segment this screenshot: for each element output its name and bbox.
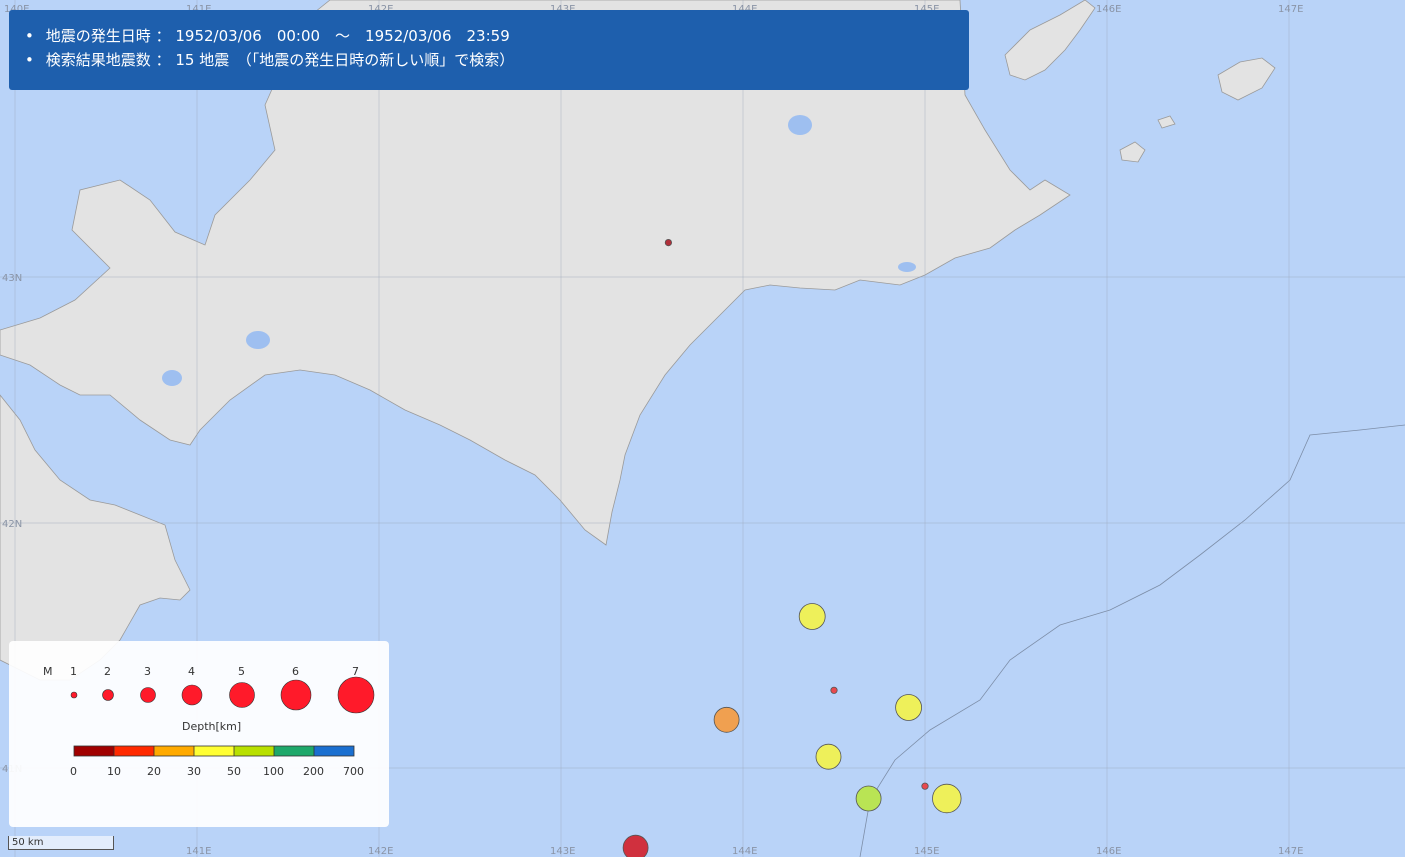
depth-tick-700: 700 — [343, 765, 364, 778]
scale-bar: 50 km — [8, 836, 114, 850]
datetime-label: 地震の発生日時 — [45, 27, 151, 45]
magnitude-label-4: 4 — [188, 665, 195, 678]
earthquake-marker[interactable] — [622, 834, 649, 857]
earthquake-marker[interactable] — [895, 694, 922, 721]
lake-shikotsu — [246, 331, 270, 349]
depth-color-bar — [73, 745, 355, 757]
lake-kussharo — [788, 115, 812, 135]
magnitude-symbol-1 — [70, 691, 78, 699]
lon-label: 145E — [914, 846, 939, 857]
earthquake-marker[interactable] — [855, 785, 882, 812]
magnitude-label-3: 3 — [144, 665, 151, 678]
magnitude-symbol-3 — [140, 687, 156, 703]
earthquake-marker[interactable] — [830, 686, 838, 694]
depth-tick-100: 100 — [263, 765, 284, 778]
bullet-icon: • — [25, 27, 34, 45]
lake-furen — [898, 262, 916, 272]
magnitude-symbol-2 — [102, 689, 114, 701]
lon-label: 143E — [550, 846, 575, 857]
legend-graphic: M 1 2 3 4 5 6 7 Depth[km] 0 10 20 30 50 … — [43, 665, 375, 778]
datetime-separator: ： — [155, 27, 171, 45]
magnitude-label-7: 7 — [352, 665, 359, 678]
earthquake-marker[interactable] — [713, 706, 740, 733]
magnitude-title: M — [43, 665, 53, 678]
magnitude-label-1: 1 — [70, 665, 77, 678]
lon-label: 147E — [1278, 4, 1303, 15]
depth-tick-50: 50 — [227, 765, 241, 778]
magnitude-label-5: 5 — [238, 665, 245, 678]
earthquake-marker[interactable] — [815, 743, 842, 770]
count-separator: ： — [155, 51, 171, 69]
count-value: 15 地震 （「地震の発生日時の新しい順」で検索） — [175, 51, 515, 69]
magnitude-symbol-5 — [229, 682, 255, 708]
depth-tick-10: 10 — [107, 765, 121, 778]
magnitude-label-6: 6 — [292, 665, 299, 678]
depth-tick-200: 200 — [303, 765, 324, 778]
datetime-value: 1952/03/06 00:00 ～ 1952/03/06 23:59 — [175, 27, 510, 45]
search-info-panel: • 地震の発生日時 ： 1952/03/06 00:00 ～ 1952/03/0… — [9, 10, 969, 90]
magnitude-symbol-4 — [181, 684, 203, 706]
info-line-datetime: • 地震の発生日時 ： 1952/03/06 00:00 ～ 1952/03/0… — [25, 24, 969, 48]
legend-panel: M 1 2 3 4 5 6 7 Depth[km] 0 10 20 30 50 … — [9, 641, 389, 827]
lon-label: 147E — [1278, 846, 1303, 857]
magnitude-symbol-7 — [337, 676, 375, 714]
lon-label: 146E — [1096, 4, 1121, 15]
lat-label: 43N — [2, 273, 22, 284]
depth-tick-20: 20 — [147, 765, 161, 778]
lon-label: 142E — [368, 846, 393, 857]
lat-label: 42N — [2, 519, 22, 530]
bullet-icon: • — [25, 51, 34, 69]
earthquake-marker[interactable] — [921, 782, 929, 790]
depth-title: Depth[km] — [182, 720, 241, 733]
lon-label: 146E — [1096, 846, 1121, 857]
count-label: 検索結果地震数 — [45, 51, 151, 69]
earthquake-marker[interactable] — [798, 603, 826, 630]
magnitude-symbol-6 — [280, 679, 312, 711]
earthquake-marker[interactable] — [932, 783, 962, 814]
info-line-count: • 検索結果地震数 ： 15 地震 （「地震の発生日時の新しい順」で検索） — [25, 48, 969, 72]
earthquake-marker[interactable] — [664, 239, 673, 247]
depth-tick-30: 30 — [187, 765, 201, 778]
lake-toya — [162, 370, 182, 386]
lon-label: 144E — [732, 846, 757, 857]
lon-label: 141E — [186, 846, 211, 857]
depth-tick-0: 0 — [70, 765, 77, 778]
magnitude-label-2: 2 — [104, 665, 111, 678]
scale-label: 50 km — [12, 837, 44, 848]
